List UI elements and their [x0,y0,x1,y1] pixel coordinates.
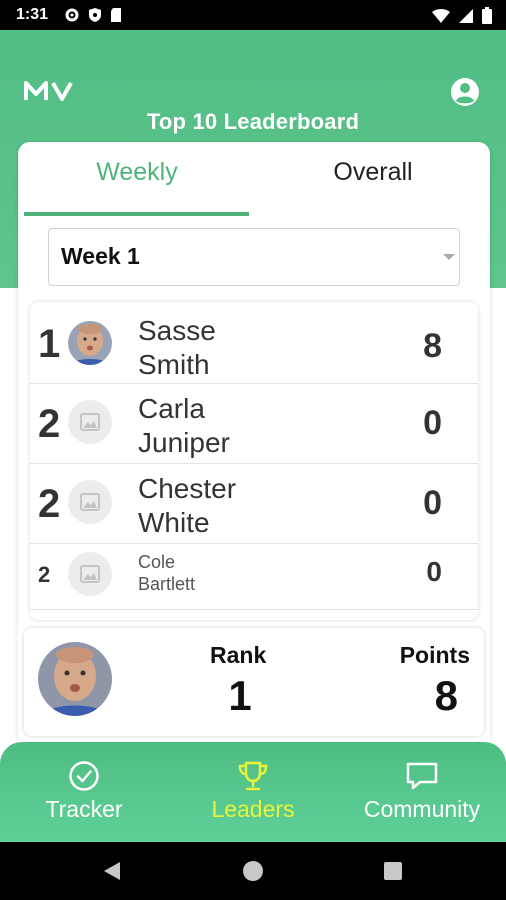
leaderboard-list: 1 Sasse Smith 8 2 Carla Juniper 0 2 Ches… [30,302,478,620]
leaderboard-row: 2 Chester White 0 [30,464,478,544]
status-system-icons [432,7,492,24]
sd-card-icon [111,8,121,22]
tab-weekly[interactable]: Weekly [22,158,252,187]
battery-icon [482,7,492,24]
status-notification-icons [64,7,122,23]
settings-gear-icon [65,8,79,22]
week-dropdown-value: Week 1 [61,243,140,269]
trophy-icon [238,761,268,791]
leaderboard-card: Weekly Overall Week 1 1 Sasse Smith 8 2 … [18,142,490,762]
my-avatar [38,642,112,716]
row-name: Cole Bartlett [138,552,195,595]
tab-bar: Weekly Overall [18,142,490,216]
cell-signal-icon [459,8,473,23]
dropdown-arrow-icon [443,254,455,260]
app-logo-icon [24,81,73,101]
back-icon[interactable] [103,861,121,881]
row-rank: 2 [38,562,51,587]
my-stats-card: Rank 1 Points 8 [24,628,484,736]
avatar-placeholder [68,480,112,524]
my-rank-label: Rank [210,642,267,668]
nav-tracker-label: Tracker [45,796,123,822]
row-rank: 2 [38,402,61,446]
row-rank: 2 [38,482,61,526]
row-name: Carla Juniper [138,392,230,459]
check-circle-icon [69,761,99,791]
row-last-name: Bartlett [138,573,196,594]
row-last-name: Smith [138,348,210,380]
nav-leaders-label: Leaders [211,796,295,822]
week-dropdown[interactable]: Week 1 [48,228,460,286]
avatar-placeholder [68,400,112,444]
row-last-name: Juniper [138,426,230,458]
leaderboard-row: 2 Cole Bartlett 0 [30,544,478,610]
row-points: 0 [423,484,442,522]
my-points-label: Points [399,642,470,668]
leaderboard-row: 2 Carla Juniper 0 [30,384,478,464]
row-first-name: Chester [138,473,237,504]
row-name: Chester White [138,472,236,539]
image-placeholder-icon [80,413,100,431]
row-first-name: Cole [138,552,176,572]
nav-tracker[interactable]: Tracker [0,760,168,823]
status-time: 1:31 [16,6,49,23]
nav-community-label: Community [363,796,481,822]
row-first-name: Carla [138,393,205,424]
my-rank-value: 1 [228,672,252,719]
row-rank: 1 [38,322,61,366]
page-title: Top 10 Leaderboard [146,109,360,134]
wifi-icon [432,8,450,23]
nav-leaders[interactable]: Leaders [169,760,337,823]
user-avatar [68,321,112,365]
image-placeholder-icon [80,493,100,511]
account-icon[interactable] [450,77,480,107]
row-name: Sasse Smith [138,314,216,381]
nav-community[interactable]: Community [338,760,506,823]
bottom-navigation: Tracker Leaders Community [0,742,506,842]
row-first-name: Sasse [138,315,216,346]
leaderboard-row: 1 Sasse Smith 8 [30,302,478,384]
tab-overall[interactable]: Overall [258,158,488,187]
my-points-value: 8 [434,672,458,719]
image-placeholder-icon [80,565,100,583]
system-navigation-bar [0,842,506,900]
status-bar: 1:31 [0,0,506,30]
recents-icon[interactable] [384,862,402,880]
avatar-placeholder [68,552,112,596]
active-tab-indicator [24,212,249,216]
row-points: 8 [423,327,442,365]
shield-icon [89,8,101,22]
row-points: 0 [426,556,442,587]
row-points: 0 [423,404,442,442]
row-last-name: White [138,506,210,538]
home-icon[interactable] [243,861,263,881]
chat-bubble-icon [406,762,438,790]
